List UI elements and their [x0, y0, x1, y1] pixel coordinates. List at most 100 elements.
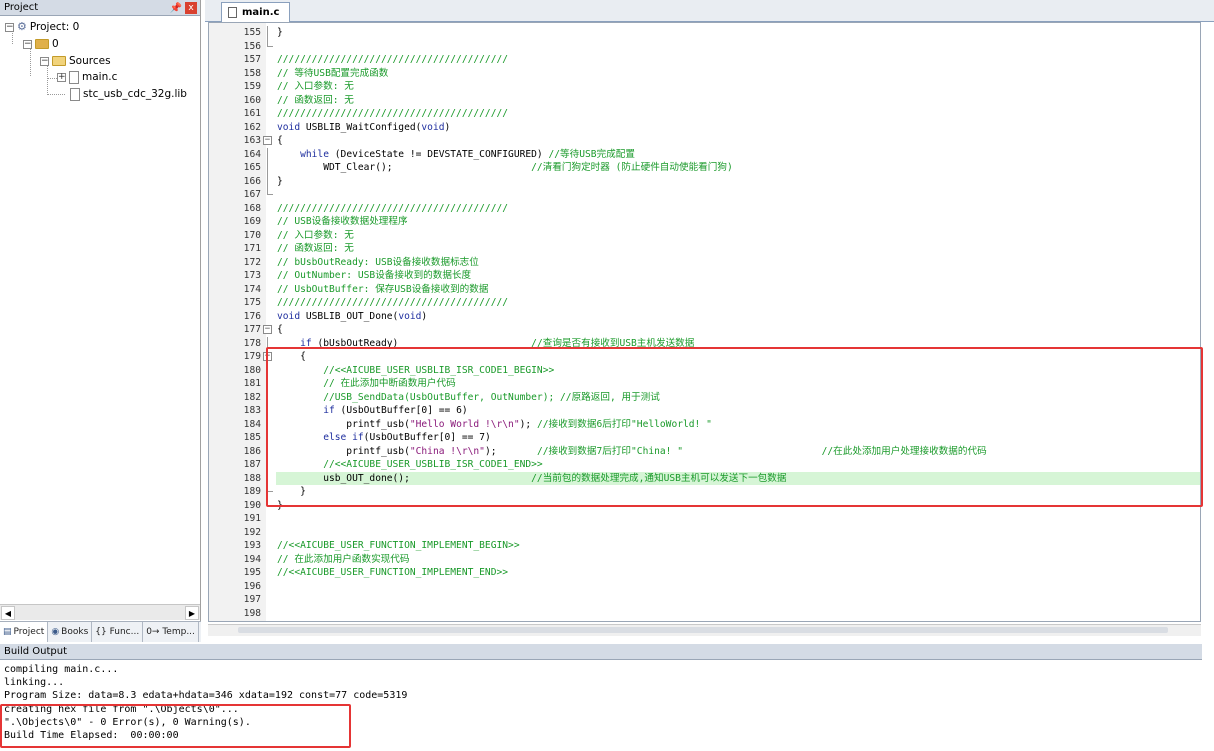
- code-line[interactable]: 177−{: [209, 323, 1200, 337]
- code-line[interactable]: 180 //<<AICUBE_USER_USBLIB_ISR_CODE1_BEG…: [209, 363, 1200, 377]
- code-line[interactable]: 166}: [209, 174, 1200, 188]
- line-number: 163: [243, 135, 261, 146]
- tab-main-c[interactable]: main.c: [221, 2, 291, 22]
- file-icon: [228, 7, 237, 18]
- line-number: 161: [243, 108, 261, 119]
- tree-item-sources[interactable]: − Sources: [40, 53, 111, 69]
- tab-books[interactable]: ◉ Books: [48, 622, 93, 642]
- code-line[interactable]: 184 printf_usb("Hello World !\r\n"); //接…: [209, 417, 1200, 431]
- tab-project[interactable]: ▤ Project: [0, 622, 49, 642]
- code-line[interactable]: 156: [209, 39, 1200, 54]
- line-number: 162: [243, 121, 261, 133]
- line-number: 168: [243, 202, 261, 214]
- fold-end-guide: [267, 39, 273, 47]
- tree-label-main-c: main.c: [82, 71, 118, 83]
- code-line[interactable]: 171 // 函数返回: 无: [209, 242, 1200, 256]
- tree-item-main-c[interactable]: + main.c: [57, 69, 117, 85]
- fold-guide: [267, 161, 268, 175]
- code-text: else if(UsbOutBuffer[0] == 7): [323, 432, 491, 443]
- code-line[interactable]: 165 WDT_Clear(); //清看门狗定时器 (防止硬件自动使能看门狗): [209, 161, 1200, 175]
- code-line[interactable]: 181 // 在此添加中断函数用户代码: [209, 377, 1200, 391]
- code-line[interactable]: 159 // 入口参数: 无: [209, 80, 1200, 94]
- code-line[interactable]: 176 void USBLIB_OUT_Done(void): [209, 310, 1200, 324]
- code-line[interactable]: 164 while (DeviceState != DEVSTATE_CONFI…: [209, 147, 1200, 161]
- code-line[interactable]: 187 //<<AICUBE_USER_USBLIB_ISR_CODE1_END…: [209, 458, 1200, 472]
- code-line[interactable]: 185 else if(UsbOutBuffer[0] == 7): [209, 431, 1200, 445]
- code-line[interactable]: 179− {: [209, 350, 1200, 364]
- tree-item-lib[interactable]: stc_usb_cdc_32g.lib: [70, 86, 187, 102]
- code-line[interactable]: 175 /////////////////////////////////////…: [209, 296, 1200, 310]
- code-line[interactable]: 182 //USB_SendData(UsbOutBuffer, OutNumb…: [209, 390, 1200, 404]
- line-number: 176: [243, 310, 261, 322]
- code-line[interactable]: 189 }: [209, 485, 1200, 499]
- pin-icon[interactable]: 📌: [170, 1, 182, 17]
- line-number: 169: [243, 216, 261, 227]
- code-line[interactable]: 191: [209, 512, 1200, 526]
- code-line[interactable]: 193 //<<AICUBE_USER_FUNCTION_IMPLEMENT_BE…: [209, 539, 1200, 553]
- fold-guide: [267, 336, 268, 350]
- code-line[interactable]: 168 /////////////////////////////////////…: [209, 202, 1200, 216]
- code-line[interactable]: 158 // 等待USB配置完成函数: [209, 67, 1200, 81]
- line-number: 187: [243, 459, 261, 470]
- fold-collapse-icon[interactable]: −: [263, 352, 272, 361]
- code-line[interactable]: 161 /////////////////////////////////////…: [209, 107, 1200, 121]
- code-line[interactable]: 173 // OutNumber: USB设备接收到的数据长度: [209, 269, 1200, 283]
- fold-collapse-icon[interactable]: −: [263, 325, 272, 334]
- tab-functions[interactable]: {} Func...: [92, 622, 144, 642]
- editor-horizontal-scrollbar[interactable]: [208, 624, 1201, 636]
- line-number: 185: [243, 432, 261, 443]
- code-text: ////////////////////////////////////////: [277, 108, 509, 119]
- code-line[interactable]: 194 // 在此添加用户函数实现代码: [209, 553, 1200, 567]
- code-line[interactable]: 160 // 函数返回: 无: [209, 94, 1200, 108]
- code-line[interactable]: 186 printf_usb("China !\r\n"); //接收到数据7后…: [209, 444, 1200, 458]
- fold-guide: [267, 431, 268, 445]
- c-file-icon: [69, 70, 79, 84]
- code-line[interactable]: 174 // UsbOutBuffer: 保存USB设备接收到的数据: [209, 283, 1200, 297]
- project-horizontal-scrollbar[interactable]: ◀ ▶: [0, 604, 200, 620]
- fold-guide: [267, 390, 268, 404]
- code-line[interactable]: 195 //<<AICUBE_USER_FUNCTION_IMPLEMENT_EN…: [209, 566, 1200, 580]
- code-line[interactable]: 183 if (UsbOutBuffer[0] == 6): [209, 404, 1200, 418]
- scroll-right-icon[interactable]: ▶: [185, 606, 199, 620]
- code-line[interactable]: 163−{: [209, 134, 1200, 148]
- scrollbar-thumb[interactable]: [238, 627, 1168, 633]
- code-line[interactable]: 192: [209, 526, 1200, 540]
- code-text: ////////////////////////////////////////: [277, 297, 509, 308]
- expand-icon[interactable]: +: [57, 72, 66, 82]
- code-line[interactable]: 196: [209, 580, 1200, 594]
- collapse-icon[interactable]: −: [5, 22, 14, 32]
- tab-templates[interactable]: 0→ Temp...: [143, 622, 199, 642]
- collapse-icon[interactable]: −: [23, 39, 32, 49]
- scroll-left-icon[interactable]: ◀: [1, 606, 15, 620]
- code-line[interactable]: 157 /////////////////////////////////////…: [209, 53, 1200, 67]
- line-number: 181: [243, 378, 261, 389]
- code-text: }: [277, 175, 283, 187]
- line-number: 178: [243, 337, 261, 349]
- tree-label-sources: Sources: [69, 55, 111, 67]
- fold-collapse-icon[interactable]: −: [263, 136, 272, 145]
- output-line: linking...: [4, 677, 65, 688]
- line-number: 164: [243, 148, 261, 160]
- code-line[interactable]: 190}: [209, 498, 1200, 513]
- code-line[interactable]: 172 // bUsbOutReady: USB设备接收数据标志位: [209, 256, 1200, 270]
- collapse-icon[interactable]: −: [40, 56, 49, 66]
- code-text: // 在此添加中断函数用户代码: [277, 378, 456, 389]
- code-line[interactable]: 178 if (bUsbOutReady) //查询是否有接收到USB主机发送数…: [209, 336, 1200, 350]
- code-line[interactable]: 170 // 入口参数: 无: [209, 229, 1200, 243]
- tree-item-project[interactable]: − ⚙ Project: 0: [5, 19, 79, 35]
- code-editor[interactable]: 155} 156 157//////////////////////////////…: [208, 22, 1201, 622]
- code-line[interactable]: 169 // USB设备接收数据处理程序: [209, 215, 1200, 229]
- code-line[interactable]: 155}: [209, 26, 1200, 40]
- code-text: //<<AICUBE_USER_USBLIB_ISR_CODE1_BEGIN>>: [277, 364, 555, 376]
- code-text: }: [277, 486, 306, 497]
- line-number: 186: [243, 445, 261, 457]
- project-panel-title: Project: [4, 2, 39, 13]
- code-line[interactable]: 162 void USBLIB_WaitConfiged(void): [209, 121, 1200, 135]
- close-icon[interactable]: x: [185, 2, 197, 14]
- code-line[interactable]: 197: [209, 593, 1200, 607]
- code-line[interactable]: 188 usb_OUT_done(); //当前包的数据处理完成,通知USB主机…: [209, 471, 1200, 485]
- tree-item-target[interactable]: − 0: [23, 36, 59, 52]
- code-line[interactable]: 198: [209, 607, 1200, 621]
- code-line[interactable]: 167: [209, 188, 1200, 202]
- editor-tab-label: main.c: [242, 6, 280, 18]
